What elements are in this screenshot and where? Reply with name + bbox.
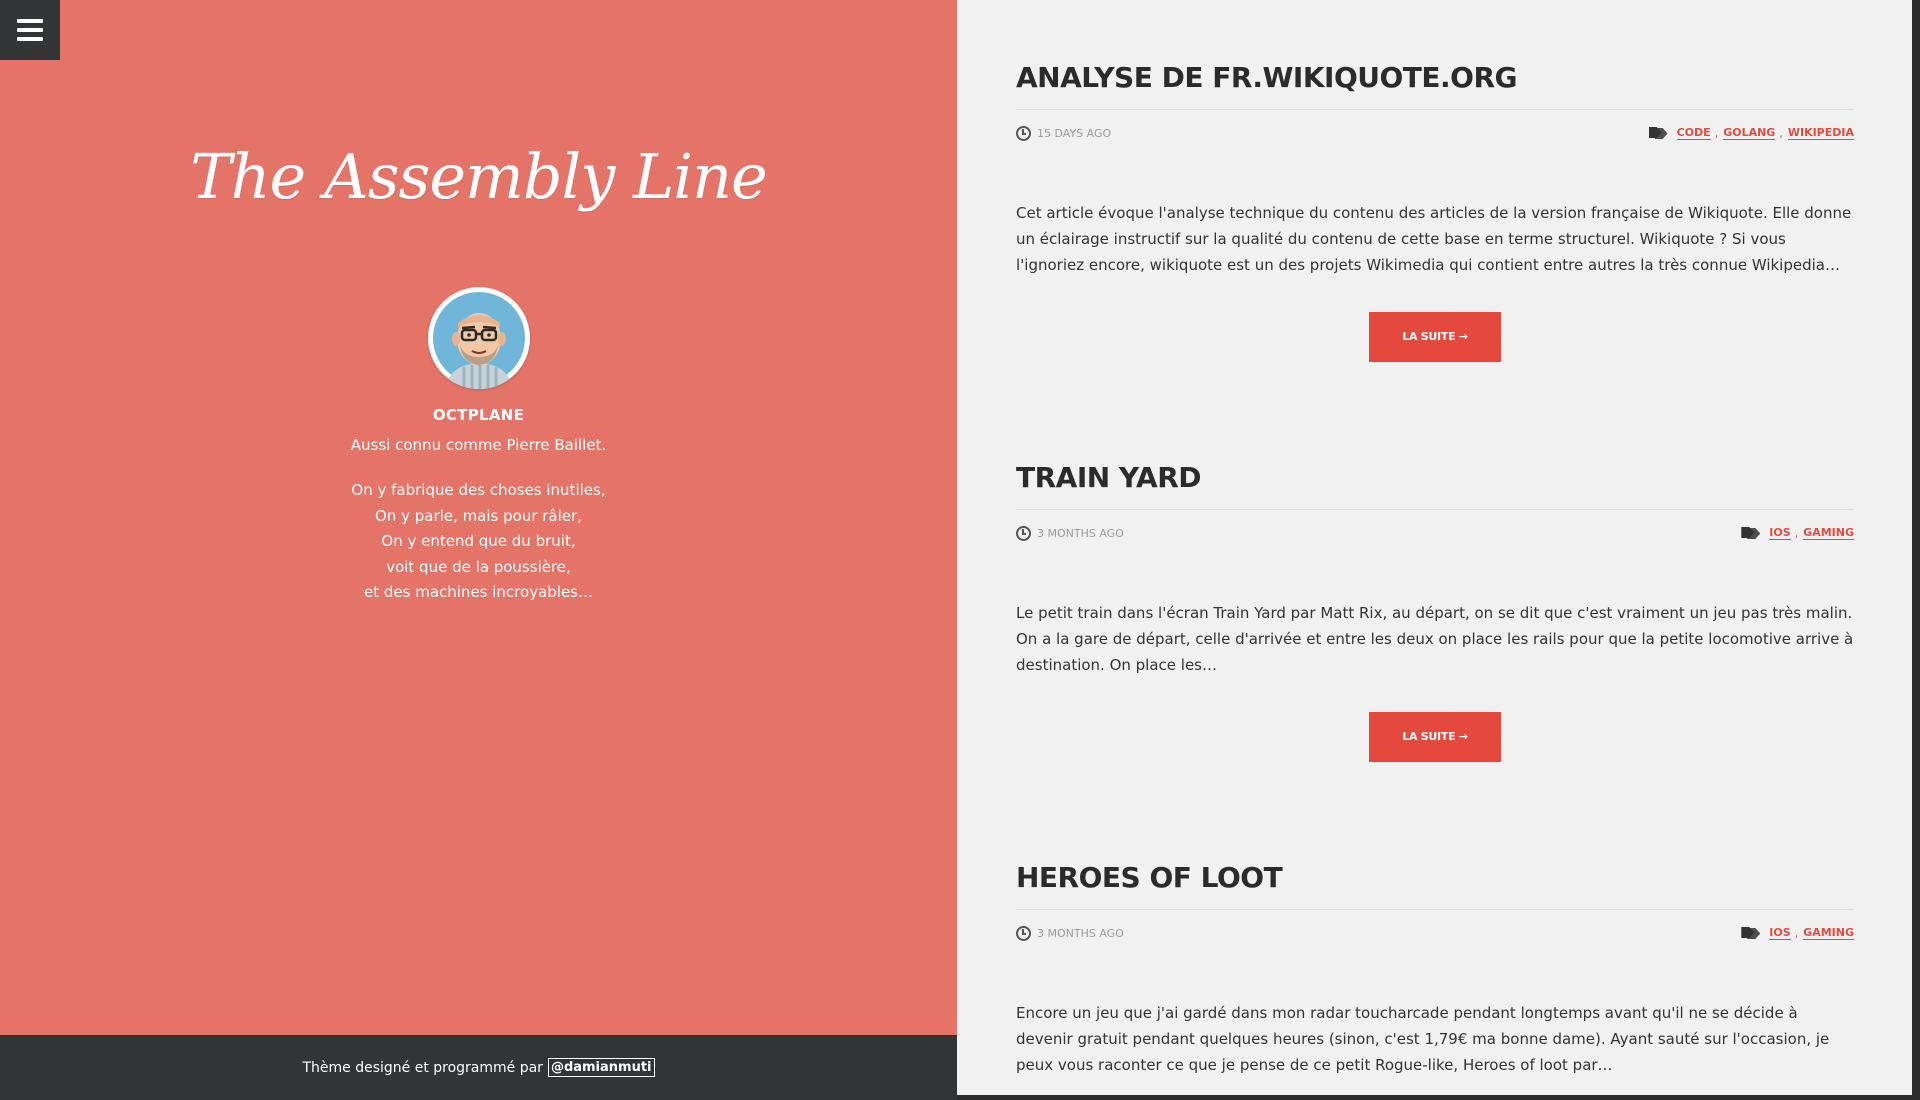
window-edge: [957, 1095, 1920, 1100]
post-date: 3 MONTHS AGO: [1016, 926, 1124, 941]
divider: [1016, 109, 1854, 110]
read-more-button[interactable]: LA SUITE →: [1369, 712, 1501, 762]
tag-link[interactable]: WIKIPEDIA: [1787, 126, 1854, 140]
post-date: 3 MONTHS AGO: [1016, 526, 1124, 541]
hamburger-menu-icon[interactable]: [0, 0, 60, 60]
post-meta: 15 DAYS AGO CODE, GOLANG, WIKIPEDIA: [1016, 126, 1854, 146]
site-title[interactable]: The Assembly Line: [0, 140, 957, 213]
sidebar: The Assembly Line OCTPLANE Aussi connu c…: [0, 0, 957, 1100]
post-excerpt: Le petit train dans l'écran Train Yard p…: [1016, 604, 1854, 674]
post-meta: 3 MONTHS AGO IOS, GAMING: [1016, 926, 1854, 946]
description-line: voit que de la poussière,: [386, 557, 571, 576]
clock-icon: [1016, 126, 1031, 141]
footer-credit-link[interactable]: @damianmuti: [547, 1058, 655, 1077]
tags-icon: [1741, 526, 1761, 540]
post-card: ANALYSE DE FR.WIKIQUOTE.ORG 15 DAYS AGO …: [1016, 61, 1854, 362]
author-aka: Aussi connu comme Pierre Baillet.: [350, 436, 607, 454]
tag-link[interactable]: IOS: [1769, 926, 1791, 940]
window-edge: [1912, 0, 1920, 1100]
avatar: [428, 287, 530, 389]
divider: [1016, 909, 1854, 910]
post-tags: IOS, GAMING: [1741, 926, 1854, 940]
author-description: On y fabrique des choses inutiles, On y …: [0, 478, 957, 606]
description-line: On y parle, mais pour râler,: [375, 506, 582, 525]
divider: [1016, 509, 1854, 510]
tags-icon: [1741, 926, 1761, 940]
post-excerpt: Encore un jeu que j'ai gardé dans mon ra…: [1016, 1004, 1830, 1074]
post-tags: IOS, GAMING: [1741, 526, 1854, 540]
post-title[interactable]: TRAIN YARD: [1016, 461, 1854, 495]
tag-link[interactable]: GAMING: [1803, 926, 1854, 940]
post-title[interactable]: ANALYSE DE FR.WIKIQUOTE.ORG: [1016, 61, 1854, 95]
post-list: ANALYSE DE FR.WIKIQUOTE.ORG 15 DAYS AGO …: [957, 0, 1912, 1100]
tag-link[interactable]: GOLANG: [1723, 126, 1776, 140]
sidebar-footer: Thème designé et programmé par @damianmu…: [0, 1035, 957, 1100]
clock-icon: [1016, 926, 1031, 941]
tags-icon: [1649, 126, 1669, 140]
post-date-text: 3 MONTHS AGO: [1037, 527, 1124, 540]
clock-icon: [1016, 526, 1031, 541]
description-line: On y fabrique des choses inutiles,: [351, 481, 606, 499]
post-card: TRAIN YARD 3 MONTHS AGO IOS, GAMING Le p…: [1016, 461, 1854, 762]
tag-link[interactable]: GAMING: [1803, 526, 1854, 540]
description-line: On y entend que du bruit,: [381, 532, 576, 551]
post-date-text: 15 DAYS AGO: [1037, 127, 1112, 140]
tag-link[interactable]: IOS: [1769, 526, 1791, 540]
author-name: OCTPLANE: [432, 406, 525, 424]
post-title[interactable]: HEROES OF LOOT: [1016, 861, 1854, 895]
post-card: HEROES OF LOOT 3 MONTHS AGO IOS, GAMING …: [1016, 861, 1854, 1078]
read-more-button[interactable]: LA SUITE →: [1369, 312, 1501, 362]
post-date: 15 DAYS AGO: [1016, 126, 1111, 141]
post-meta: 3 MONTHS AGO IOS, GAMING: [1016, 526, 1854, 546]
post-excerpt: Cet article évoque l'analyse technique d…: [1016, 204, 1852, 274]
footer-text: Thème designé et programmé par: [302, 1059, 543, 1076]
post-date-text: 3 MONTHS AGO: [1037, 927, 1124, 940]
post-tags: CODE, GOLANG, WIKIPEDIA: [1649, 126, 1854, 140]
tag-link[interactable]: CODE: [1676, 126, 1711, 140]
description-line: et des machines incroyables…: [364, 583, 593, 602]
